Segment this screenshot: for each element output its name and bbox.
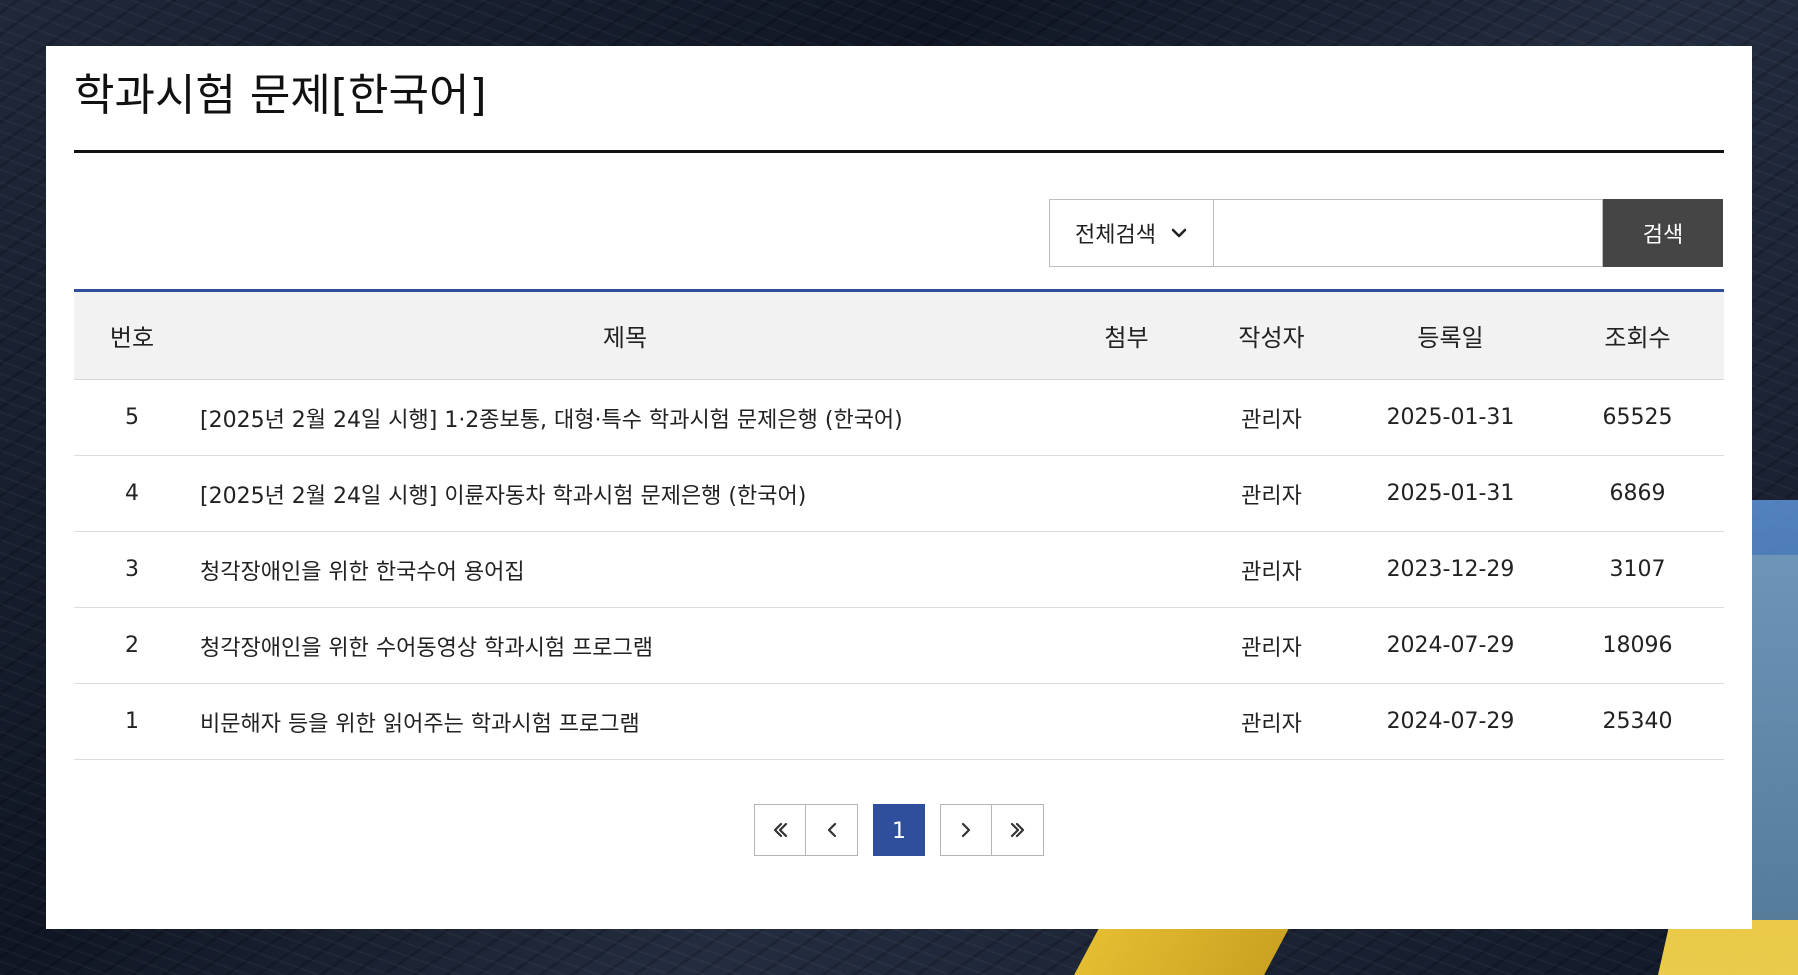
- row-author: 관리자: [1241, 711, 1302, 737]
- row-views: 6869: [1609, 481, 1666, 506]
- row-date: 2024-07-29: [1386, 633, 1515, 658]
- row-date: 2025-01-31: [1386, 405, 1515, 430]
- row-number: 4: [125, 481, 139, 506]
- row-title-link[interactable]: [2025년 2월 24일 시행] 1·2종보통, 대형·특수 학과시험 문제은…: [190, 380, 1060, 456]
- row-author: 관리자: [1241, 407, 1302, 433]
- title-divider: [74, 150, 1724, 153]
- table-row[interactable]: 4 [2025년 2월 24일 시행] 이륜자동차 학과시험 문제은행 (한국어…: [74, 456, 1724, 532]
- row-attachment: [1060, 532, 1193, 608]
- row-author: 관리자: [1241, 483, 1302, 509]
- current-page-number: 1: [892, 818, 906, 844]
- row-date: 2024-07-29: [1386, 709, 1515, 734]
- next-page-button[interactable]: [940, 804, 992, 856]
- row-number: 1: [125, 709, 139, 734]
- table-row[interactable]: 5 [2025년 2월 24일 시행] 1·2종보통, 대형·특수 학과시험 문…: [74, 380, 1724, 456]
- chevron-right-icon: [955, 819, 977, 841]
- search-bar: 전체검색 검색: [1049, 199, 1723, 267]
- table-row[interactable]: 2 청각장애인을 위한 수어동영상 학과시험 프로그램 관리자 2024-07-…: [74, 608, 1724, 684]
- row-views: 18096: [1602, 633, 1673, 658]
- row-number: 2: [125, 633, 139, 658]
- row-views: 65525: [1602, 405, 1673, 430]
- content-card: 학과시험 문제[한국어] 전체검색 검색 번호 제목 첨부 작성자 등록일 조회…: [46, 46, 1752, 929]
- table-header: 번호 제목 첨부 작성자 등록일 조회수: [74, 290, 1724, 380]
- row-number: 5: [125, 405, 139, 430]
- header-title: 제목: [602, 324, 648, 352]
- last-page-button[interactable]: [992, 804, 1044, 856]
- double-chevron-right-icon: [1007, 819, 1029, 841]
- first-page-button[interactable]: [754, 804, 806, 856]
- header-attachment: 첨부: [1104, 324, 1149, 352]
- search-filter-select[interactable]: 전체검색: [1049, 199, 1213, 267]
- double-chevron-left-icon: [769, 819, 791, 841]
- header-views: 조회수: [1604, 324, 1671, 352]
- row-attachment: [1060, 684, 1193, 760]
- row-attachment: [1060, 380, 1193, 456]
- row-title-link[interactable]: [2025년 2월 24일 시행] 이륜자동차 학과시험 문제은행 (한국어): [190, 456, 1060, 532]
- row-number: 3: [125, 557, 139, 582]
- table-row[interactable]: 3 청각장애인을 위한 한국수어 용어집 관리자 2023-12-29 3107: [74, 532, 1724, 608]
- board-table: 번호 제목 첨부 작성자 등록일 조회수 5 [2025년 2월 24일 시행]…: [74, 289, 1724, 760]
- row-date: 2023-12-29: [1386, 557, 1515, 582]
- row-views: 3107: [1609, 557, 1666, 582]
- row-author: 관리자: [1241, 635, 1302, 661]
- pagination: 1: [754, 804, 1044, 856]
- search-filter-label: 전체검색: [1075, 223, 1156, 248]
- chevron-left-icon: [821, 819, 843, 841]
- table-row[interactable]: 1 비문해자 등을 위한 읽어주는 학과시험 프로그램 관리자 2024-07-…: [74, 684, 1724, 760]
- row-title-link[interactable]: 청각장애인을 위한 수어동영상 학과시험 프로그램: [190, 608, 1060, 684]
- row-attachment: [1060, 456, 1193, 532]
- row-date: 2025-01-31: [1386, 481, 1515, 506]
- header-date: 등록일: [1417, 324, 1484, 352]
- board-table-wrap: 번호 제목 첨부 작성자 등록일 조회수 5 [2025년 2월 24일 시행]…: [74, 289, 1724, 760]
- row-title-link[interactable]: 비문해자 등을 위한 읽어주는 학과시험 프로그램: [190, 684, 1060, 760]
- page-title: 학과시험 문제[한국어]: [74, 70, 487, 121]
- table-header-row: 번호 제목 첨부 작성자 등록일 조회수: [74, 290, 1724, 380]
- table-body: 5 [2025년 2월 24일 시행] 1·2종보통, 대형·특수 학과시험 문…: [74, 380, 1724, 760]
- background-blue-shape: [1746, 500, 1798, 920]
- row-author: 관리자: [1241, 559, 1302, 585]
- row-title-link[interactable]: 청각장애인을 위한 한국수어 용어집: [190, 532, 1060, 608]
- previous-page-button[interactable]: [806, 804, 858, 856]
- header-author: 작성자: [1238, 324, 1305, 352]
- chevron-down-icon: [1170, 224, 1188, 242]
- current-page-button[interactable]: 1: [873, 804, 925, 856]
- row-attachment: [1060, 608, 1193, 684]
- row-views: 25340: [1602, 709, 1673, 734]
- search-button[interactable]: 검색: [1603, 199, 1723, 267]
- search-input[interactable]: [1213, 199, 1603, 267]
- header-number: 번호: [109, 324, 155, 352]
